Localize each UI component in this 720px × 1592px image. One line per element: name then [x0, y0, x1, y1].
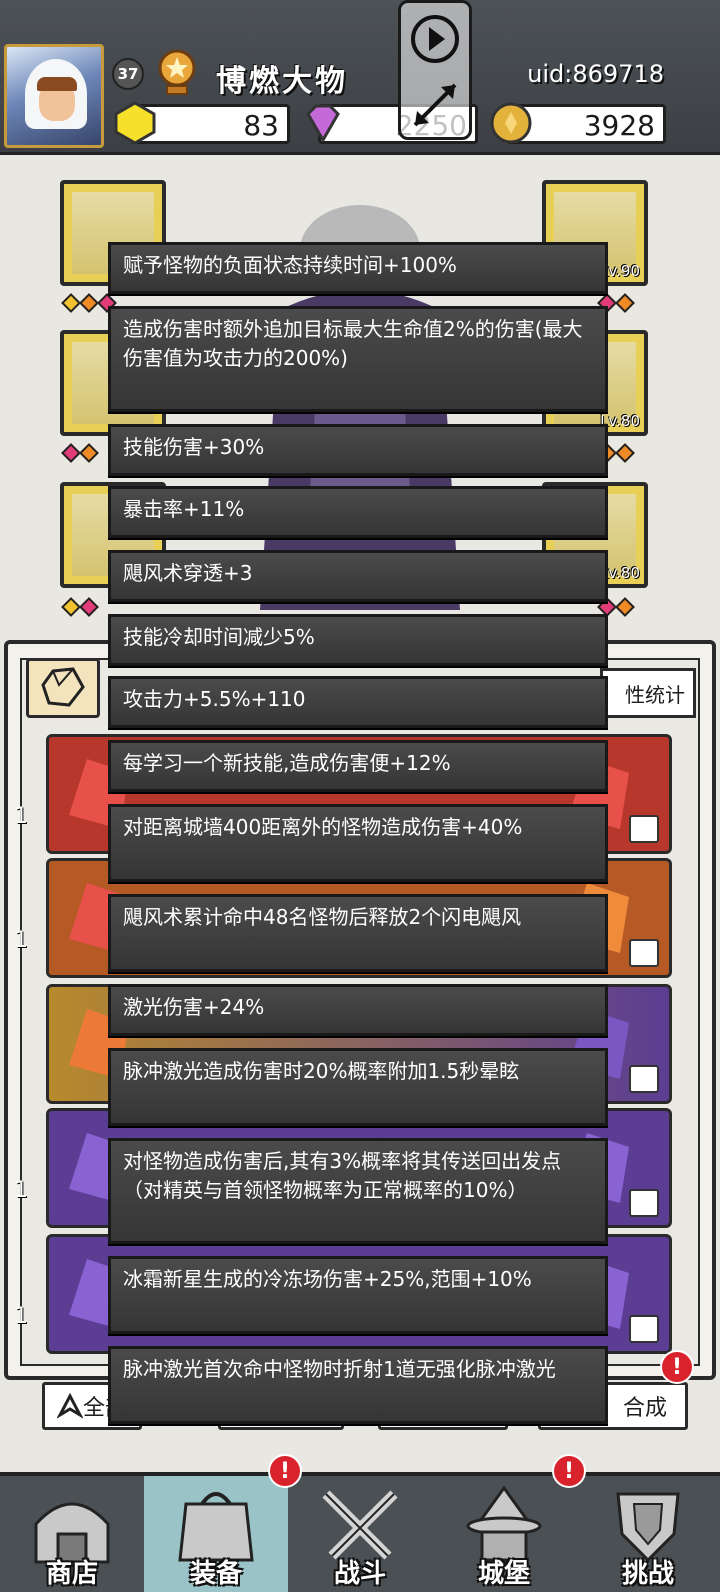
nav-challenge[interactable]: 挑战: [576, 1476, 720, 1592]
play-icon[interactable]: [401, 9, 469, 69]
castle-wizard-icon: [466, 1485, 542, 1562]
resize-icon[interactable]: [401, 75, 469, 135]
effect-item: 赋予怪物的负面状态持续时间+100%: [108, 242, 608, 294]
crystal-count: 1: [14, 928, 28, 953]
effect-item: 冰霜新星生成的冷冻场伤害+25%,范围+10%: [108, 1256, 608, 1334]
effect-item: 飓风术穿透+3: [108, 550, 608, 602]
attribute-stats-tab[interactable]: 性统计: [600, 668, 696, 718]
up-arrow-icon: [56, 1393, 83, 1419]
gem-socket: [61, 597, 81, 617]
gem-socket: [79, 443, 99, 463]
gem-socket: [615, 443, 635, 463]
synthesize-label: 合成: [622, 1396, 667, 1421]
gem-socket: [79, 293, 99, 313]
player-uid: uid:869718: [527, 60, 664, 88]
yellow-gem-icon: [114, 101, 156, 145]
nav-equipment[interactable]: 装备: [144, 1476, 288, 1592]
effect-item: 技能伤害+30%: [108, 424, 608, 476]
item-type-tag: [629, 815, 659, 843]
yellow-gem-value: 83: [243, 109, 279, 142]
nav-shop[interactable]: 商店: [0, 1476, 144, 1592]
effect-item: 飓风术累计命中48名怪物后释放2个闪电飓风: [108, 894, 608, 972]
item-type-tag: [629, 939, 659, 967]
gem-socket: [61, 293, 81, 313]
effect-item: 每学习一个新技能,造成伤害便+12%: [108, 740, 608, 792]
nav-castle-label: 城堡: [477, 1559, 530, 1589]
nav-equipment-alert-badge: !: [268, 1454, 302, 1488]
top-header: 37 博燃大物 uid:869718 83 2250 3928: [0, 0, 720, 155]
crystal-count: 1: [14, 1304, 28, 1329]
nav-battle-label: 战斗: [333, 1559, 386, 1589]
gem-socket: [61, 443, 81, 463]
shield-challenge-icon: [616, 1492, 680, 1563]
equipment-bag-icon: [178, 1492, 254, 1562]
gem-socket: [615, 597, 635, 617]
nav-challenge-label: 挑战: [621, 1559, 674, 1589]
effect-item: 造成伤害时额外追加目标最大生命值2%的伤害(最大伤害值为攻击力的200%): [108, 306, 608, 412]
effect-item: 脉冲激光造成伤害时20%概率附加1.5秒晕眩: [108, 1048, 608, 1126]
bottom-navigation: 商店 装备 战斗 城堡 挑战: [0, 1472, 720, 1592]
player-avatar[interactable]: [4, 44, 104, 148]
nav-shop-label: 商店: [45, 1559, 98, 1589]
effect-item: 暴击率+11%: [108, 486, 608, 538]
effect-item: 对怪物造成伤害后,其有3%概率将其传送回出发点（对精英与首领怪物概率为正常概率的…: [108, 1138, 608, 1244]
purple-diamond-icon: [306, 104, 340, 144]
nav-castle[interactable]: 城堡: [432, 1476, 576, 1592]
shop-icon: [34, 1502, 110, 1564]
armor-gem-sockets: [61, 443, 99, 464]
avatar-hair: [37, 77, 77, 91]
floating-video-control[interactable]: [398, 0, 472, 140]
nav-equipment-label: 装备: [189, 1559, 242, 1589]
synthesize-alert-badge: !: [660, 1350, 694, 1384]
effect-item: 对距离城墙400距离外的怪物造成伤害+40%: [108, 804, 608, 882]
gem-category-tab[interactable]: [26, 658, 100, 718]
gold-coin-icon: [490, 102, 532, 144]
effect-item: 技能冷却时间减少5%: [108, 614, 608, 666]
gem-outline-icon: [41, 667, 85, 707]
gold-coin-value: 3928: [583, 109, 655, 142]
effect-item: 攻击力+5.5%+110: [108, 676, 608, 728]
player-name: 博燃大物: [216, 64, 348, 99]
effect-item: 脉冲激光首次命中怪物时折射1道无强化脉冲激光: [108, 1346, 608, 1424]
nav-castle-alert-badge: !: [552, 1454, 586, 1488]
boots-gem-sockets: [61, 597, 99, 618]
nav-battle[interactable]: 战斗: [288, 1476, 432, 1592]
crossed-swords-icon: [322, 1490, 398, 1560]
item-type-tag: [629, 1189, 659, 1217]
trophy-icon[interactable]: [152, 48, 202, 98]
crystal-count: 1: [14, 1178, 28, 1203]
player-level-badge: 37: [112, 58, 144, 90]
effect-item: 激光伤害+24%: [108, 984, 608, 1036]
item-type-tag: [629, 1315, 659, 1343]
crystal-count: 1: [14, 804, 28, 829]
gem-socket: [615, 293, 635, 313]
helmet-gem-sockets: [61, 293, 117, 314]
gem-socket: [79, 597, 99, 617]
item-type-tag: [629, 1065, 659, 1093]
